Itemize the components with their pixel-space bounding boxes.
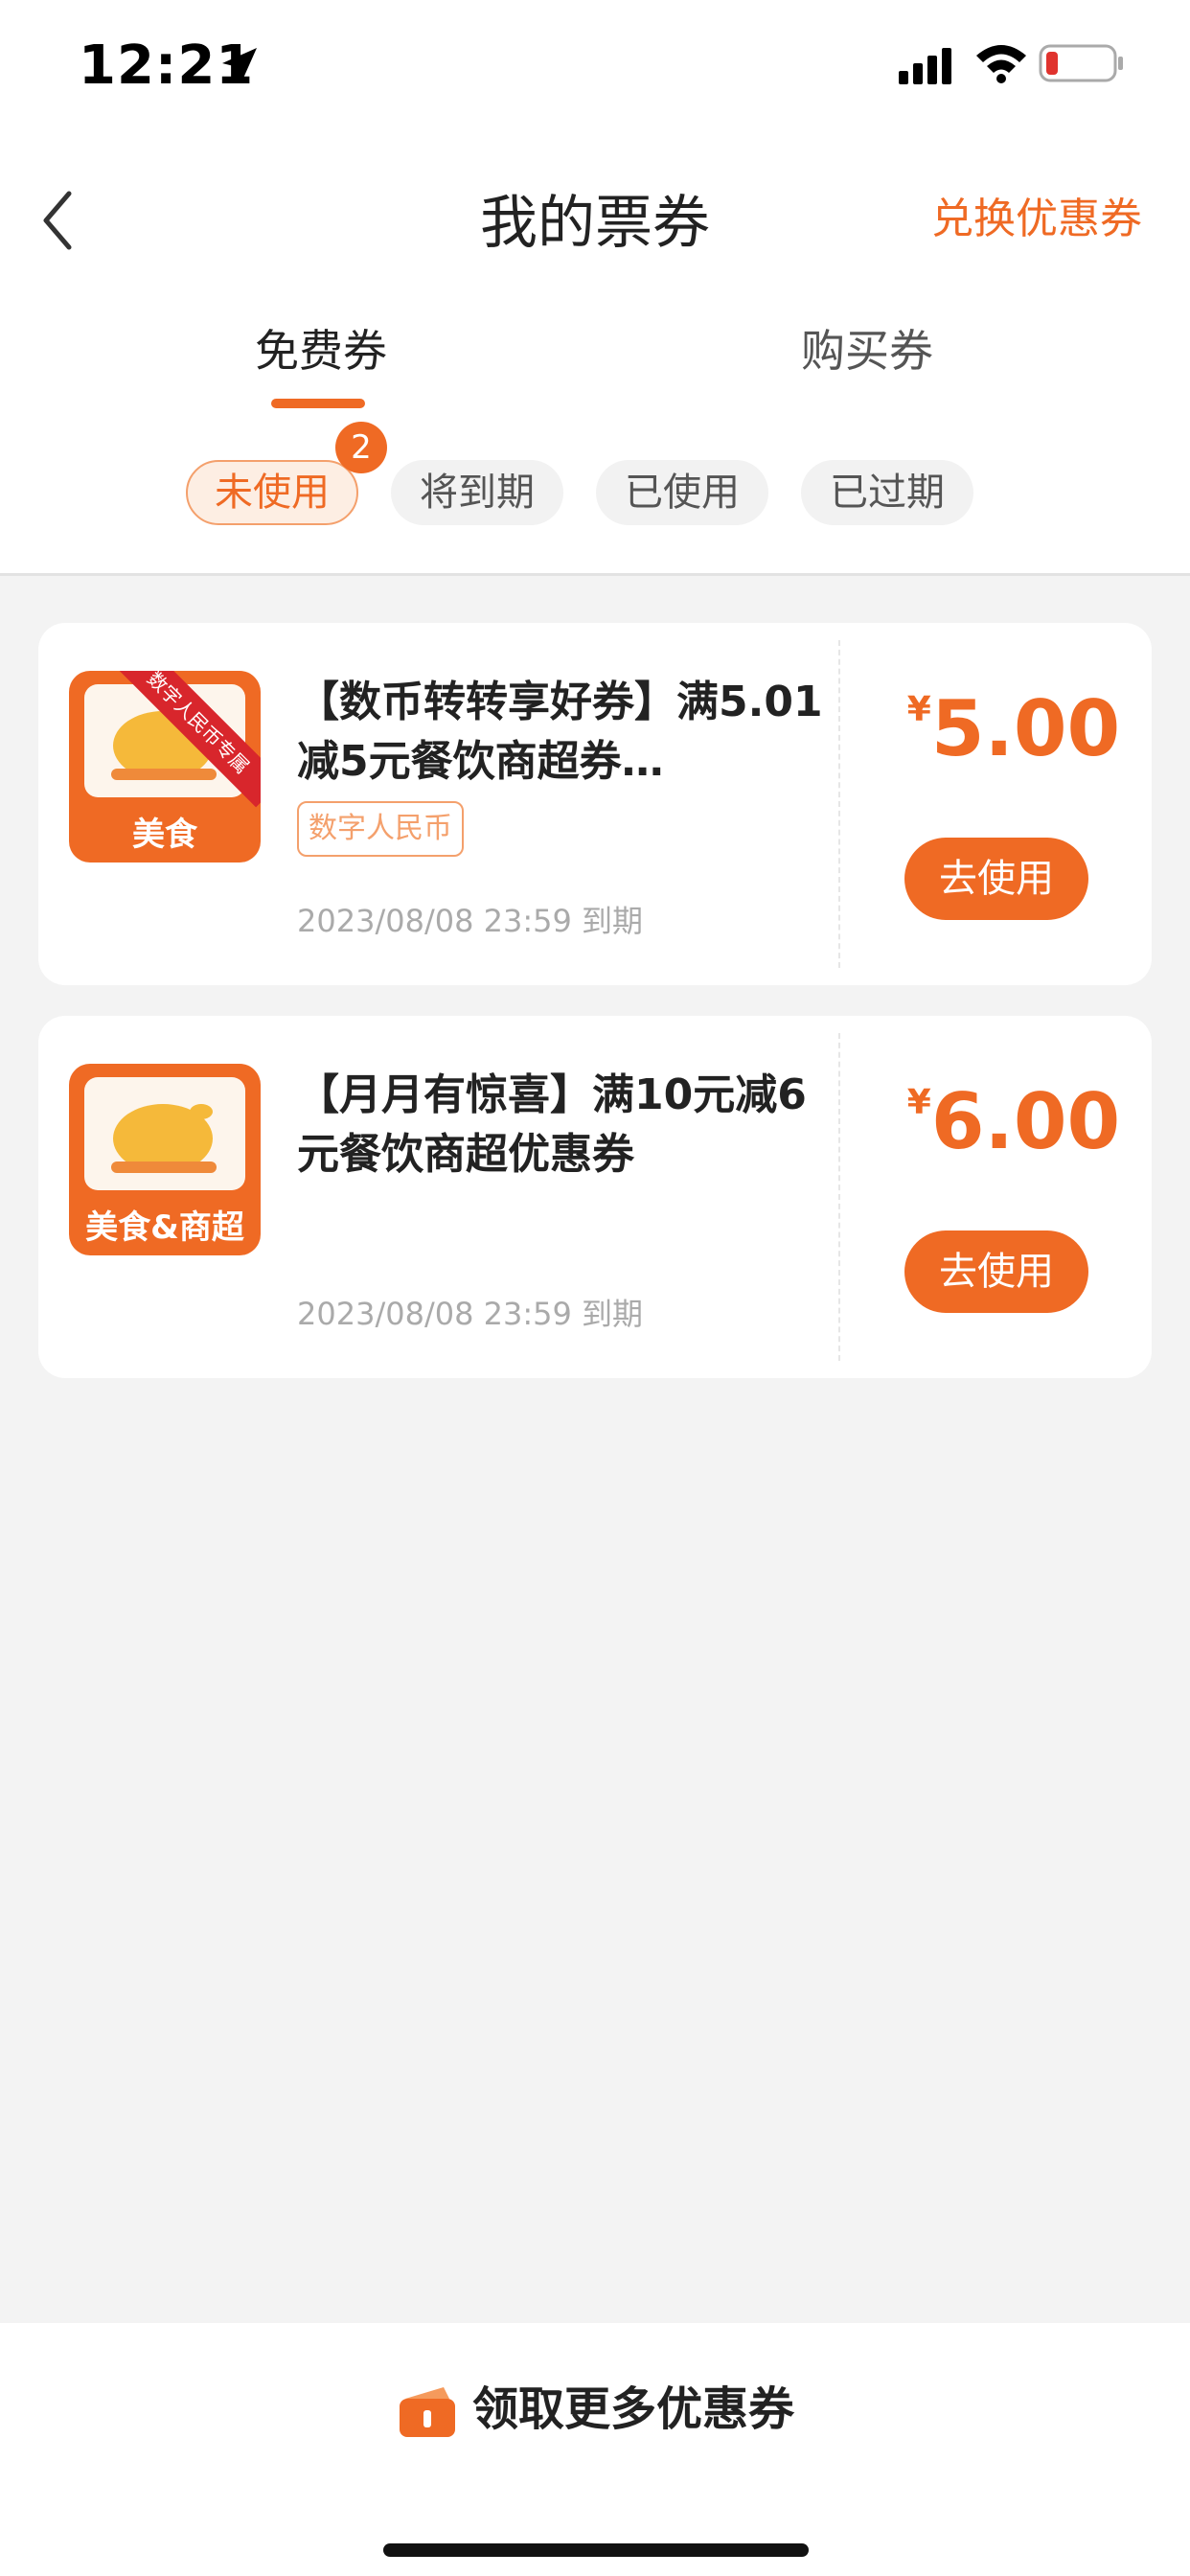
coupon-tag: 数字人民币 — [297, 801, 464, 857]
get-more-coupons-label: 领取更多优惠券 — [471, 2382, 794, 2436]
home-indicator — [383, 2543, 809, 2557]
redeem-coupon-link[interactable]: 兑换优惠券 — [931, 184, 1142, 245]
currency-symbol: ¥ — [906, 690, 931, 729]
location-arrow-icon — [222, 48, 257, 82]
roast-chicken-icon — [111, 1104, 217, 1173]
card-divider — [838, 1033, 840, 1361]
tab-purchased-coupons[interactable]: 购买券 — [767, 316, 968, 380]
coupon-title: 【数币转转享好券】满5.01减5元餐饮商超券… — [297, 678, 823, 786]
card-divider — [838, 640, 840, 968]
use-coupon-button[interactable]: 去使用 — [904, 838, 1088, 920]
bottom-bar: 领取更多优惠券 — [0, 2323, 1190, 2576]
use-coupon-button[interactable]: 去使用 — [904, 1230, 1088, 1313]
coupon-title: 【月月有惊喜】满10元减6元餐饮商超优惠券 — [297, 1070, 807, 1179]
get-more-coupons-button[interactable]: 领取更多优惠券 — [0, 2371, 1190, 2441]
amount-value: 6.00 — [930, 1077, 1121, 1166]
coupon-category-label: 美食&商超 — [85, 1208, 244, 1247]
coupon-thumbnail: 美食&商超 — [69, 1064, 261, 1255]
active-tab-indicator — [271, 399, 365, 408]
coupon-thumbnail: 数字人民币专属 美食 — [69, 671, 261, 862]
coupon-amount: ¥5.00 — [870, 684, 1157, 773]
wifi-icon — [976, 45, 1026, 83]
filter-expired[interactable]: 已过期 — [801, 460, 973, 525]
currency-symbol: ¥ — [906, 1083, 931, 1122]
filter-used[interactable]: 已使用 — [596, 460, 768, 525]
battery-low-icon — [1039, 44, 1123, 82]
cellular-signal-icon — [899, 48, 951, 84]
screen: 12:21 我的票券 兑换优惠券 免费券 购买券 未使用 将到期 已使用 已过期… — [0, 0, 1190, 2576]
status-bar: 12:21 — [0, 0, 1190, 134]
coupon-category-label: 美食 — [132, 816, 197, 854]
unused-count-badge: 2 — [335, 422, 387, 473]
filter-expiring[interactable]: 将到期 — [391, 460, 563, 525]
amount-value: 5.00 — [930, 684, 1121, 773]
page-header: 我的票券 兑换优惠券 免费券 购买券 未使用 将到期 已使用 已过期 — [0, 134, 1190, 575]
coupon-ticket-icon — [399, 2387, 455, 2437]
coupon-card: 美食&商超 【月月有惊喜】满10元减6元餐饮商超优惠券 2023/08/08 2… — [38, 1016, 1152, 1378]
tab-free-coupons[interactable]: 免费券 — [220, 316, 422, 380]
header-divider — [0, 573, 1190, 576]
coupon-amount: ¥6.00 — [870, 1077, 1157, 1166]
coupon-expiry: 2023/08/08 23:59 到期 — [297, 1296, 644, 1332]
filter-unused[interactable]: 未使用 — [186, 460, 358, 525]
coupon-card: 数字人民币专属 美食 【数币转转享好券】满5.01减5元餐饮商超券… 数字人民币… — [38, 623, 1152, 985]
coupon-expiry: 2023/08/08 23:59 到期 — [297, 903, 644, 939]
